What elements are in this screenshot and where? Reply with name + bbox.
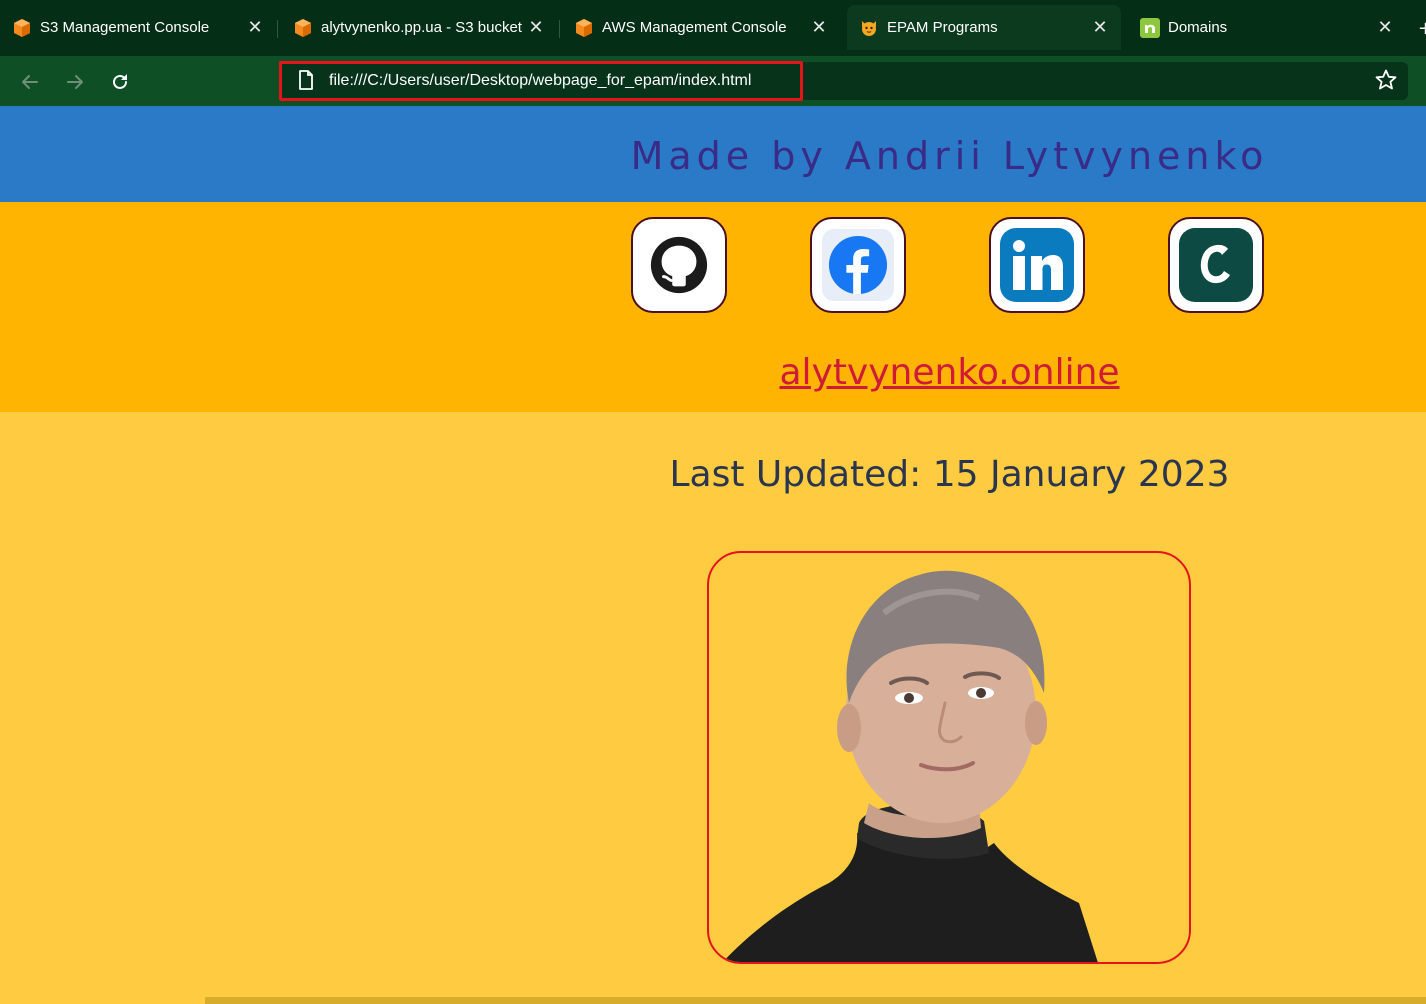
last-updated-text: Last Updated: 15 January 2023 xyxy=(669,454,1230,495)
linkedin-icon xyxy=(1000,228,1074,302)
facebook-link[interactable] xyxy=(810,217,906,313)
tab-strip: S3 Management Console ✕ alytvynenko.pp.u… xyxy=(0,0,1426,56)
tab-label: Domains xyxy=(1168,19,1228,36)
facebook-tile xyxy=(822,229,894,301)
aws-cube-icon xyxy=(574,18,594,38)
site-link[interactable]: alytvynenko.online xyxy=(473,352,1426,393)
url-text[interactable]: file:///C:/Users/user/Desktop/webpage_fo… xyxy=(329,72,751,90)
tab-aws-management-console[interactable]: AWS Management Console ✕ xyxy=(562,5,840,50)
close-tab-icon[interactable]: ✕ xyxy=(808,16,830,38)
forward-button[interactable] xyxy=(58,65,92,99)
tab-label: S3 Management Console xyxy=(40,19,210,36)
close-tab-icon[interactable]: ✕ xyxy=(244,16,266,38)
close-tab-icon[interactable]: ✕ xyxy=(1374,16,1396,38)
new-tab-button[interactable]: + xyxy=(1418,20,1426,38)
tab-domains[interactable]: Domains ✕ xyxy=(1128,5,1406,50)
forward-arrow-icon xyxy=(67,75,83,89)
github-icon xyxy=(650,236,708,294)
profile-photo xyxy=(707,551,1191,964)
page-file-icon xyxy=(298,70,314,94)
github-link[interactable] xyxy=(631,217,727,313)
tab-epam-programs[interactable]: EPAM Programs ✕ xyxy=(847,5,1121,50)
back-arrow-icon xyxy=(22,75,38,89)
linkedin-link[interactable] xyxy=(989,217,1085,313)
tab-separator xyxy=(559,20,560,38)
close-tab-icon[interactable]: ✕ xyxy=(1089,16,1111,38)
reload-icon xyxy=(113,74,127,89)
tab-s3-bucket[interactable]: alytvynenko.pp.ua - S3 bucket ✕ xyxy=(281,5,557,50)
portrait-image xyxy=(722,570,1098,962)
cat-face-icon xyxy=(859,18,879,38)
back-button[interactable] xyxy=(13,65,47,99)
reload-button[interactable] xyxy=(103,65,137,99)
aws-cube-icon xyxy=(12,18,32,38)
namecheap-n-icon xyxy=(1140,17,1160,38)
close-tab-icon[interactable]: ✕ xyxy=(525,16,547,38)
tab-label: EPAM Programs xyxy=(887,19,998,36)
credly-link[interactable] xyxy=(1168,217,1264,313)
tab-label: alytvynenko.pp.ua - S3 bucket xyxy=(321,19,522,36)
credly-icon xyxy=(1179,228,1253,302)
bottom-divider xyxy=(205,997,1426,1004)
tab-s3-management-console[interactable]: S3 Management Console ✕ xyxy=(0,5,276,50)
page-title: Made by Andrii Lytvynenko xyxy=(630,134,1269,178)
aws-cube-icon xyxy=(293,18,313,38)
tab-separator xyxy=(277,20,278,38)
facebook-icon xyxy=(828,235,888,295)
tab-label: AWS Management Console xyxy=(602,19,787,36)
bookmark-star-icon[interactable] xyxy=(1374,68,1398,96)
